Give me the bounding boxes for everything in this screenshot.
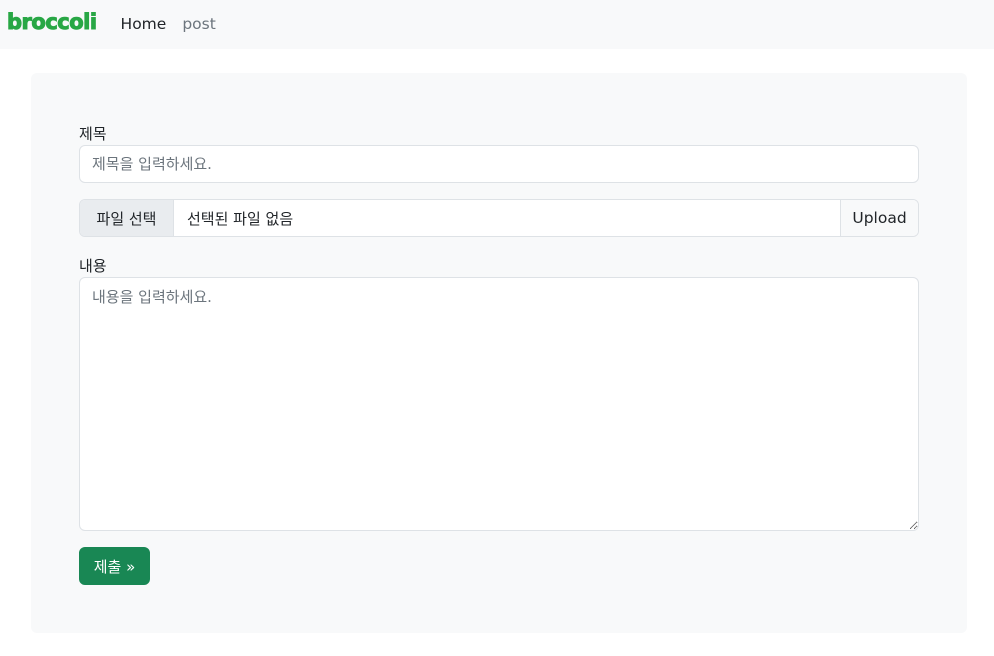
content-label: 내용 — [79, 257, 107, 275]
upload-button[interactable]: Upload — [840, 200, 918, 236]
title-input[interactable] — [79, 145, 919, 183]
title-label: 제목 — [79, 125, 107, 143]
nav-link-home[interactable]: Home — [121, 16, 167, 33]
file-name-display[interactable]: 선택된 파일 없음 — [174, 200, 840, 236]
post-form-card: 제목 파일 선택 선택된 파일 없음 Upload 내용 제출 » — [31, 73, 967, 633]
nav-link-post[interactable]: post — [182, 16, 215, 33]
content-textarea[interactable] — [79, 277, 919, 531]
brand-logo[interactable]: broccoli — [7, 11, 98, 33]
submit-button[interactable]: 제출 » — [79, 547, 150, 585]
file-input-group: 파일 선택 선택된 파일 없음 Upload — [79, 199, 919, 237]
top-navbar: broccoli Home post — [0, 0, 994, 49]
file-choose-button[interactable]: 파일 선택 — [80, 200, 174, 236]
